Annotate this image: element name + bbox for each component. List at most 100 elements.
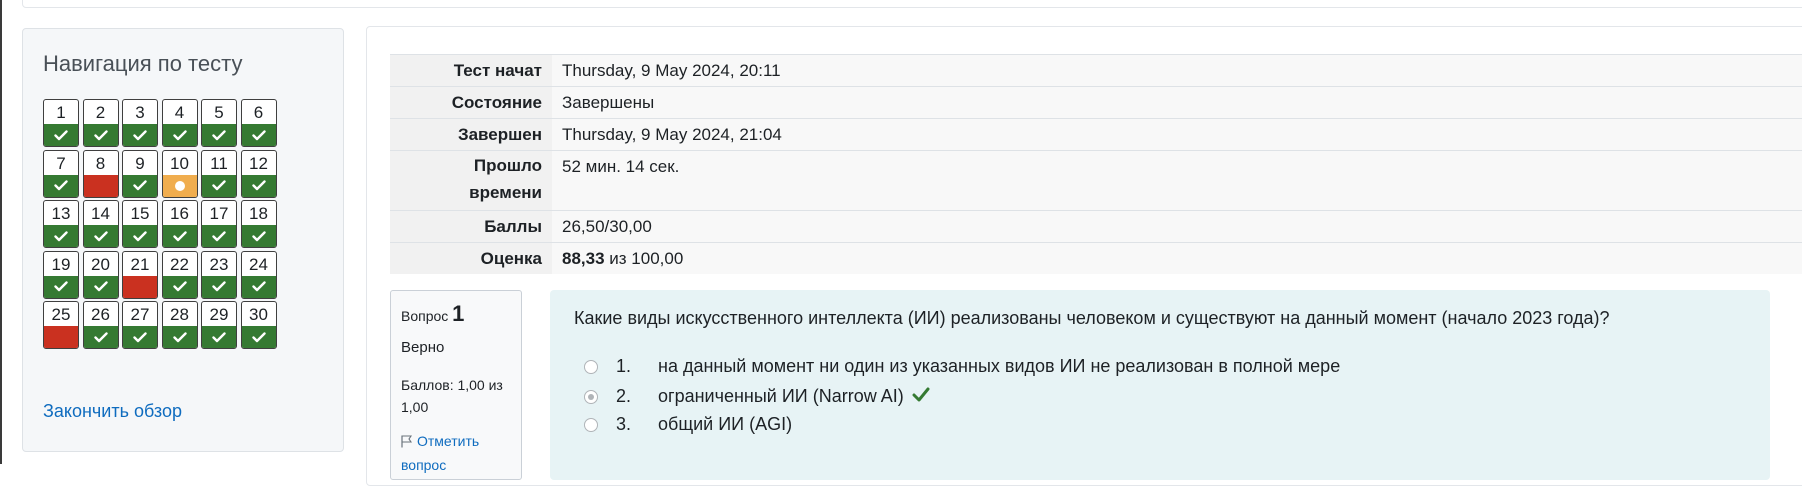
question-nav-number: 17 [209,204,229,223]
summary-row-started: Тест начат Thursday, 9 May 2024, 20:11 [390,54,1802,87]
question-nav-number: 8 [95,153,106,173]
question-nav-number: 18 [249,204,268,223]
question-nav-button[interactable]: 21 [122,250,158,299]
answer-text: ограниченный ИИ (Narrow AI) [658,386,904,406]
question-info-box: Вопрос 1 Верно Баллов: 1,00 из 1,00 Отме… [390,290,522,480]
summary-row-grade: Оценка 88,33 из 100,00 [390,242,1802,274]
question-state: Верно [401,339,445,356]
question-nav-button[interactable]: 8 [82,149,119,198]
question-nav-button[interactable]: 6 [240,99,277,147]
question-nav-button[interactable]: 23 [201,250,237,299]
question-nav-number: 12 [249,153,268,173]
check-icon [241,174,276,197]
window-edge [0,0,2,464]
question-nav-button[interactable]: 12 [240,149,277,198]
check-icon [202,124,236,146]
check-icon [83,275,118,298]
question-nav-number: 2 [95,103,106,122]
grade-cell: 88,33 из 100,00 [552,242,1802,274]
summary-row-completed: Завершен Thursday, 9 May 2024, 21:04 [390,118,1802,151]
question-nav-button[interactable]: 27 [122,301,158,349]
incorrect-state-indicator [44,326,78,348]
answer-option: 1. на данный момент ни один из указанных … [584,356,1340,377]
answer-radio[interactable] [584,389,598,404]
started-value: Thursday, 9 May 2024, 20:11 [552,54,1802,87]
answer-number: 1. [616,356,632,376]
question-nav-button[interactable]: 29 [201,301,237,349]
question-nav-button[interactable]: 9 [122,149,158,198]
question-nav-number: 25 [51,305,71,324]
question-nav-button[interactable]: 19 [43,250,79,299]
question-nav-number: 9 [135,153,145,173]
question-nav-button[interactable]: 26 [82,301,119,349]
question-nav-button[interactable]: 5 [201,99,237,147]
check-icon [202,326,236,348]
quiz-navigation-block: Навигация по тесту 1 2 3 4 5 6 7 8 9 10 11 12 13 14 15… [22,28,344,452]
answer-text: общий ИИ (AGI) [658,414,793,434]
time-taken-value: 52 мин. 14 сек. [552,150,1802,211]
top-panel [22,0,1802,8]
question-nav-button[interactable]: 20 [82,250,119,299]
question-nav-button[interactable]: 7 [43,149,79,198]
question-nav-number: 23 [209,254,229,274]
check-icon [162,275,197,298]
answer-number: 3. [616,414,632,434]
check-icon [162,326,197,348]
check-icon [123,225,157,247]
answer-radio[interactable] [584,359,598,374]
question-nav-number: 14 [91,204,110,223]
question-nav-button[interactable]: 11 [201,149,237,198]
question-nav-button[interactable]: 25 [43,301,79,349]
question-nav-button[interactable]: 24 [240,250,277,299]
question-nav-number: 11 [210,153,228,173]
question-nav-button[interactable]: 14 [82,200,119,248]
question-nav-number: 26 [91,305,110,324]
summary-row-state: Состояние Завершены [390,86,1802,119]
question-content: Какие виды искусственного интеллекта (ИИ… [550,290,1770,480]
check-icon [202,275,236,298]
question-nav-button[interactable]: 13 [43,200,79,248]
check-icon [44,174,78,197]
question-nav-button[interactable]: 17 [201,200,237,248]
grade-value: 88,33 [562,249,605,268]
question-nav-button[interactable]: 28 [161,301,198,349]
check-icon [202,225,236,247]
question-nav-button[interactable]: 18 [240,200,277,248]
question-nav-button[interactable]: 10 [161,149,198,198]
question-nav-number: 29 [209,305,229,324]
quiz-navigation-title: Навигация по тесту [43,51,243,76]
answer-radio[interactable] [584,417,598,432]
question-nav-button[interactable]: 16 [161,200,198,248]
question-nav-button[interactable]: 1 [43,99,79,147]
question-number: 1 [452,301,465,326]
check-icon [202,174,236,197]
completed-label: Завершен [390,118,552,151]
question-nav-number: 16 [170,204,189,223]
check-icon [83,326,118,348]
started-label: Тест начат [390,54,552,87]
question-nav-button[interactable]: 22 [161,250,198,299]
question-nav-number: 20 [91,254,110,274]
question-nav-number: 24 [249,254,268,274]
question-nav-button[interactable]: 2 [82,99,119,147]
state-label: Состояние [390,86,552,119]
incorrect-state-indicator [83,174,118,197]
question-nav-button[interactable]: 30 [240,301,277,349]
summary-row-time-taken: Прошло времени 52 мин. 14 сек. [390,150,1802,211]
check-icon [123,124,157,146]
time-taken-label: Прошло времени [390,150,552,211]
question-nav-button[interactable]: 4 [161,99,198,147]
grade-label: Оценка [390,242,552,274]
question-nav-number: 5 [214,103,224,122]
finish-review-link[interactable]: Закончить обзор [43,401,182,422]
question-nav-number: 13 [51,204,71,223]
check-icon [162,124,197,146]
question-nav-button[interactable]: 3 [122,99,158,147]
check-icon [44,275,78,298]
flag-question-link[interactable]: Отметить вопрос [401,430,511,476]
question-nav-number: 28 [170,305,189,324]
check-icon [44,225,78,247]
correct-check-icon [912,386,930,407]
question-nav-button[interactable]: 15 [122,200,158,248]
completed-value: Thursday, 9 May 2024, 21:04 [552,118,1802,151]
